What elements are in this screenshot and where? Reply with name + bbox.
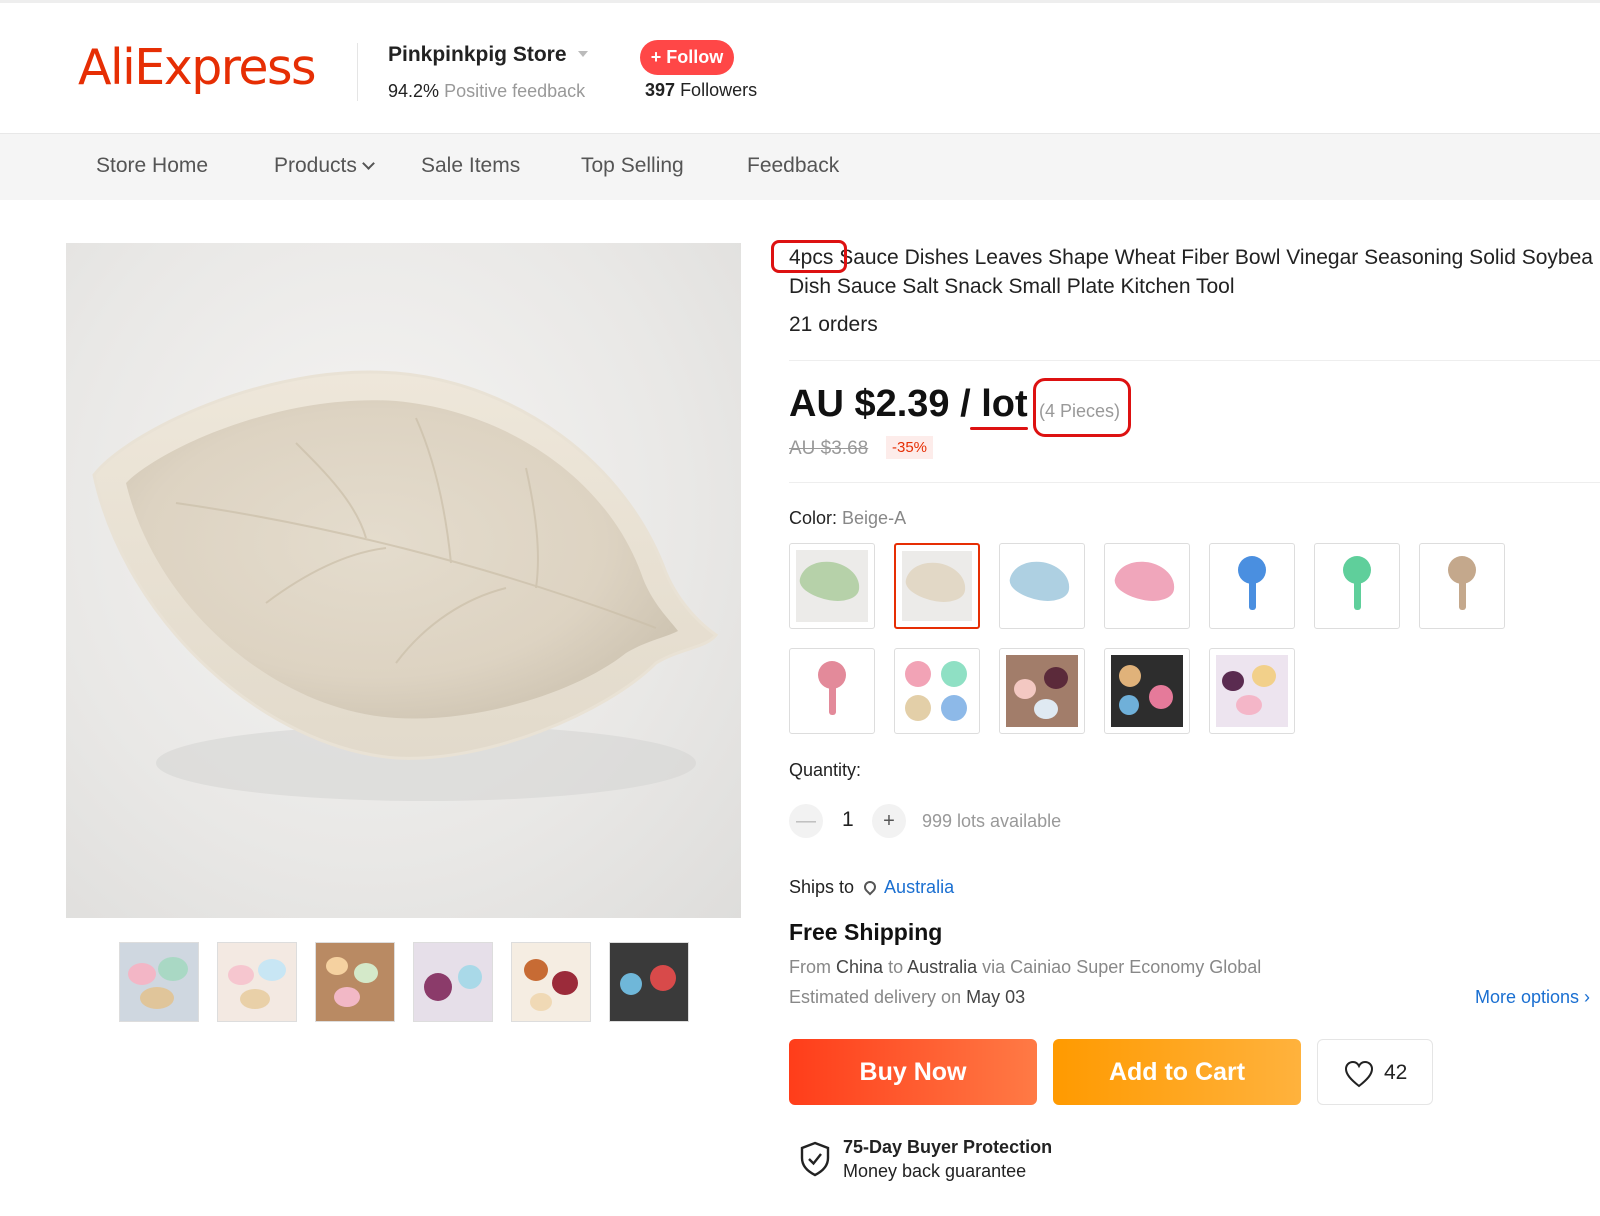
color-swatch-pink-leaf[interactable]: [1104, 543, 1190, 629]
color-swatch-green-leaf[interactable]: [789, 543, 875, 629]
buyer-protection-subtitle: Money back guarantee: [843, 1161, 1027, 1181]
product-title-line2: Dish Sauce Salt Snack Small Plate Kitche…: [789, 275, 1235, 298]
ship-origin: China: [836, 957, 884, 977]
annotation-circle-4pcs: [771, 240, 847, 273]
thumbnail-2[interactable]: [217, 942, 297, 1022]
heart-icon: [1344, 1060, 1374, 1088]
thumbnail-1[interactable]: [119, 942, 199, 1022]
header-divider: [357, 43, 358, 101]
nav-feedback[interactable]: Feedback: [747, 154, 839, 178]
ship-method: via Cainiao Super Economy Global: [982, 957, 1262, 977]
more-shipping-options-link[interactable]: More options ›: [1475, 987, 1590, 1008]
color-label-text: Color:: [789, 508, 838, 528]
thumbnail-6[interactable]: [609, 942, 689, 1022]
divider: [789, 360, 1600, 361]
color-swatch-set-photo-1[interactable]: [999, 648, 1085, 734]
discount-badge: -35%: [886, 436, 934, 459]
feedback-label: Positive feedback: [444, 81, 586, 101]
product-title-line1: 4pcs Sauce Dishes Leaves Shape Wheat Fib…: [789, 246, 1593, 269]
original-price: AU $3.68: [789, 438, 869, 459]
location-pin-icon: [861, 878, 879, 896]
annotation-underline-lot: [970, 427, 1028, 430]
ship-est-date: May 03: [966, 987, 1026, 1007]
feedback-percent: 94.2%: [388, 81, 440, 101]
price: AU $2.39 / lot: [789, 383, 1028, 425]
color-swatch-set-photo-3[interactable]: [1209, 648, 1295, 734]
store-dropdown-icon[interactable]: [578, 51, 588, 57]
color-swatch-blue-leaf[interactable]: [999, 543, 1085, 629]
quantity-input[interactable]: 1: [842, 808, 854, 832]
estimated-delivery: Estimated delivery on May 03: [789, 987, 1025, 1008]
wishlist-count: 42: [1384, 1061, 1408, 1084]
quantity-label: Quantity:: [789, 760, 862, 780]
nav-store-home[interactable]: Store Home: [96, 154, 208, 178]
store-header: AliExpress Pinkpinkpig Store 94.2% Posit…: [0, 3, 1600, 134]
main-product-image[interactable]: [66, 243, 741, 918]
shipping-title: Free Shipping: [789, 919, 943, 945]
ships-to-country[interactable]: Australia: [884, 877, 954, 897]
thumbnail-3[interactable]: [315, 942, 395, 1022]
color-swatch-set-photo-2[interactable]: [1104, 648, 1190, 734]
nav-sale-items[interactable]: Sale Items: [421, 154, 520, 178]
ship-destination: Australia: [907, 957, 978, 977]
color-value: Beige-A: [842, 508, 907, 528]
leaf-dish-illustration: [92, 370, 719, 801]
buy-now-button[interactable]: Buy Now: [789, 1039, 1037, 1105]
store-name[interactable]: Pinkpinkpig Store: [388, 43, 567, 67]
ship-to-word: to: [888, 957, 904, 977]
add-to-cart-button[interactable]: Add to Cart: [1053, 1039, 1301, 1105]
shield-check-icon: [800, 1141, 830, 1177]
color-label: Color: Beige-A: [789, 508, 906, 529]
nav-top-selling[interactable]: Top Selling: [581, 154, 684, 178]
shipping-route: From China to Australia via Cainiao Supe…: [789, 957, 1261, 978]
followers-count: 397 Followers: [645, 80, 757, 101]
nav-products-label: Products: [274, 154, 357, 177]
thumbnail-4[interactable]: [413, 942, 493, 1022]
followers-number: 397: [645, 80, 676, 100]
buyer-protection-title: 75-Day Buyer Protection: [843, 1137, 1053, 1157]
ship-est-prefix: Estimated delivery on: [789, 987, 962, 1007]
color-swatch-blue-spoon[interactable]: [1209, 543, 1295, 629]
chevron-down-icon: [362, 157, 375, 170]
ship-from-prefix: From: [789, 957, 831, 977]
thumbnail-5[interactable]: [511, 942, 591, 1022]
store-feedback: 94.2% Positive feedback: [388, 81, 585, 102]
divider: [789, 482, 1600, 483]
wishlist-button[interactable]: 42: [1317, 1039, 1433, 1105]
nav-products[interactable]: Products: [274, 154, 375, 178]
ships-to: Ships to Australia: [789, 877, 954, 898]
follow-button[interactable]: + Follow: [640, 40, 734, 75]
quantity-available: 999 lots available: [922, 811, 1062, 831]
color-swatch-khaki-spoon[interactable]: [1419, 543, 1505, 629]
color-swatch-four-bowls[interactable]: [894, 648, 980, 734]
store-nav: Store Home Products Sale Items Top Selli…: [0, 134, 1600, 200]
color-swatch-beige-leaf[interactable]: [894, 543, 980, 629]
color-swatch-pink-spoon[interactable]: [789, 648, 875, 734]
quantity-increase-button[interactable]: +: [872, 804, 906, 838]
orders-count: 21 orders: [789, 313, 878, 336]
aliexpress-logo[interactable]: AliExpress: [78, 39, 317, 96]
annotation-circle-pieces: [1033, 378, 1131, 437]
ships-to-label: Ships to: [789, 877, 855, 897]
quantity-decrease-button[interactable]: —: [789, 804, 823, 838]
followers-label: Followers: [680, 80, 758, 100]
color-swatch-green-spoon[interactable]: [1314, 543, 1400, 629]
